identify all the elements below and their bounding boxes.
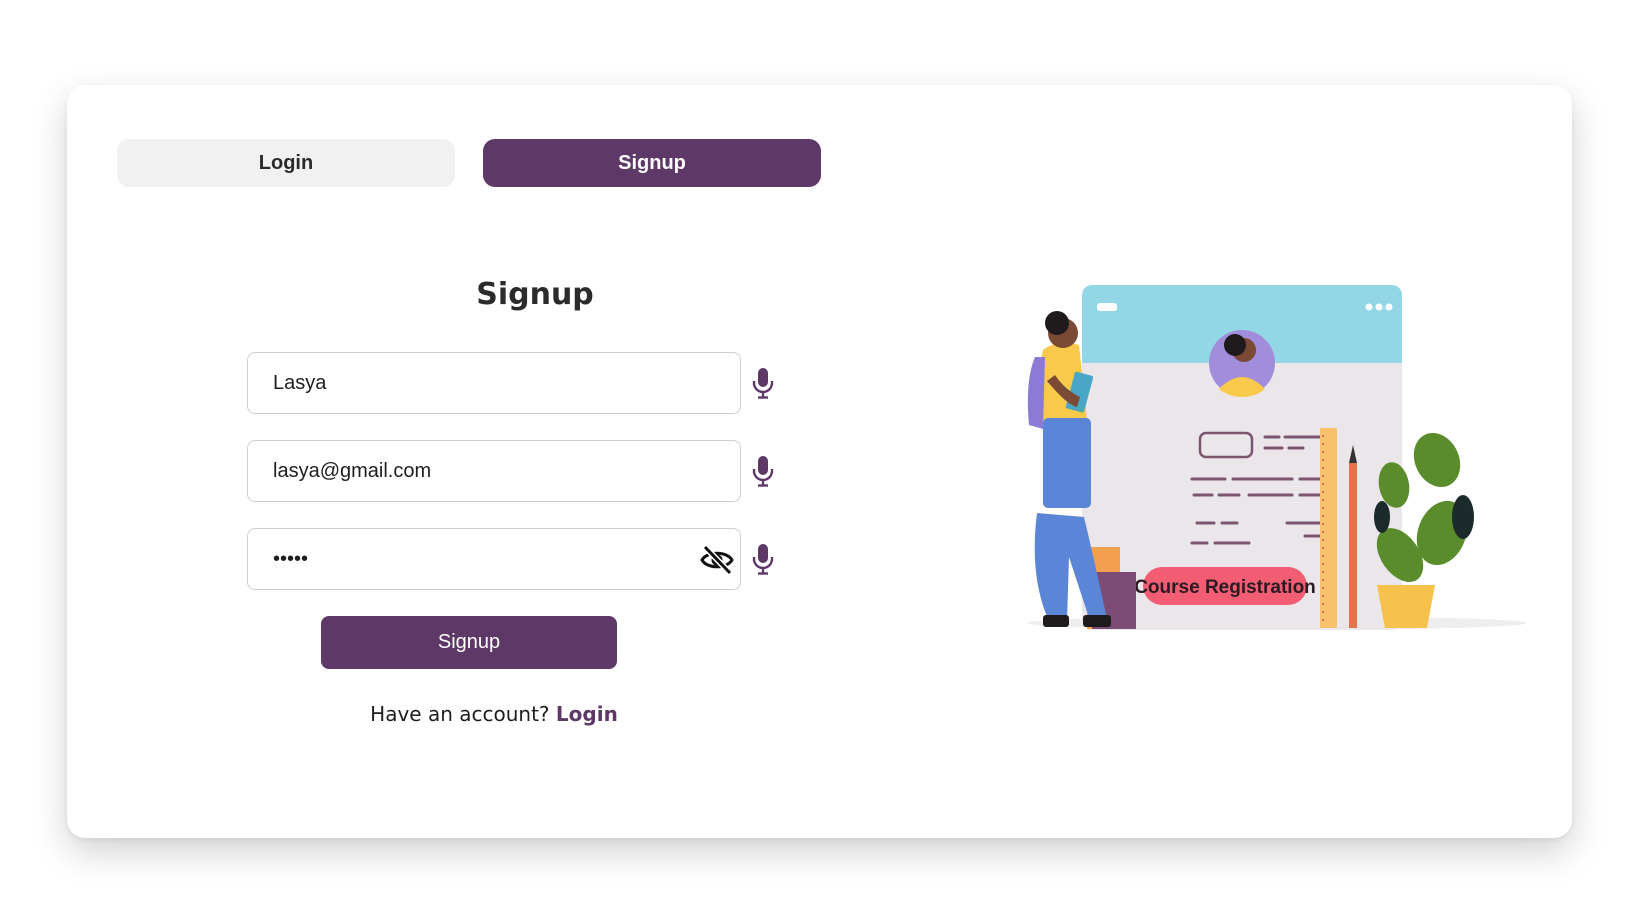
- course-registration-illustration: Course Registration: [1027, 285, 1527, 630]
- microphone-icon[interactable]: [750, 455, 776, 487]
- name-input[interactable]: [248, 353, 740, 413]
- microphone-icon[interactable]: [750, 367, 776, 399]
- eye-slash-icon[interactable]: [700, 544, 734, 576]
- tab-login[interactable]: Login: [117, 139, 455, 187]
- microphone-icon[interactable]: [750, 543, 776, 575]
- login-prompt-text: Have an account?: [370, 702, 556, 726]
- login-link[interactable]: Login: [556, 702, 618, 726]
- signup-submit-button[interactable]: Signup: [321, 616, 617, 669]
- email-input[interactable]: [248, 441, 740, 501]
- tab-signup[interactable]: Signup: [483, 139, 821, 187]
- password-field: [247, 528, 741, 590]
- password-input[interactable]: [248, 529, 740, 589]
- login-prompt: Have an account? Login: [247, 702, 741, 726]
- form-title: Signup: [476, 277, 594, 312]
- auth-card: Login Signup Signup Signup Have: [67, 85, 1572, 838]
- course-registration-badge: Course Registration: [1134, 577, 1316, 598]
- email-field: [247, 440, 741, 502]
- name-field: [247, 352, 741, 414]
